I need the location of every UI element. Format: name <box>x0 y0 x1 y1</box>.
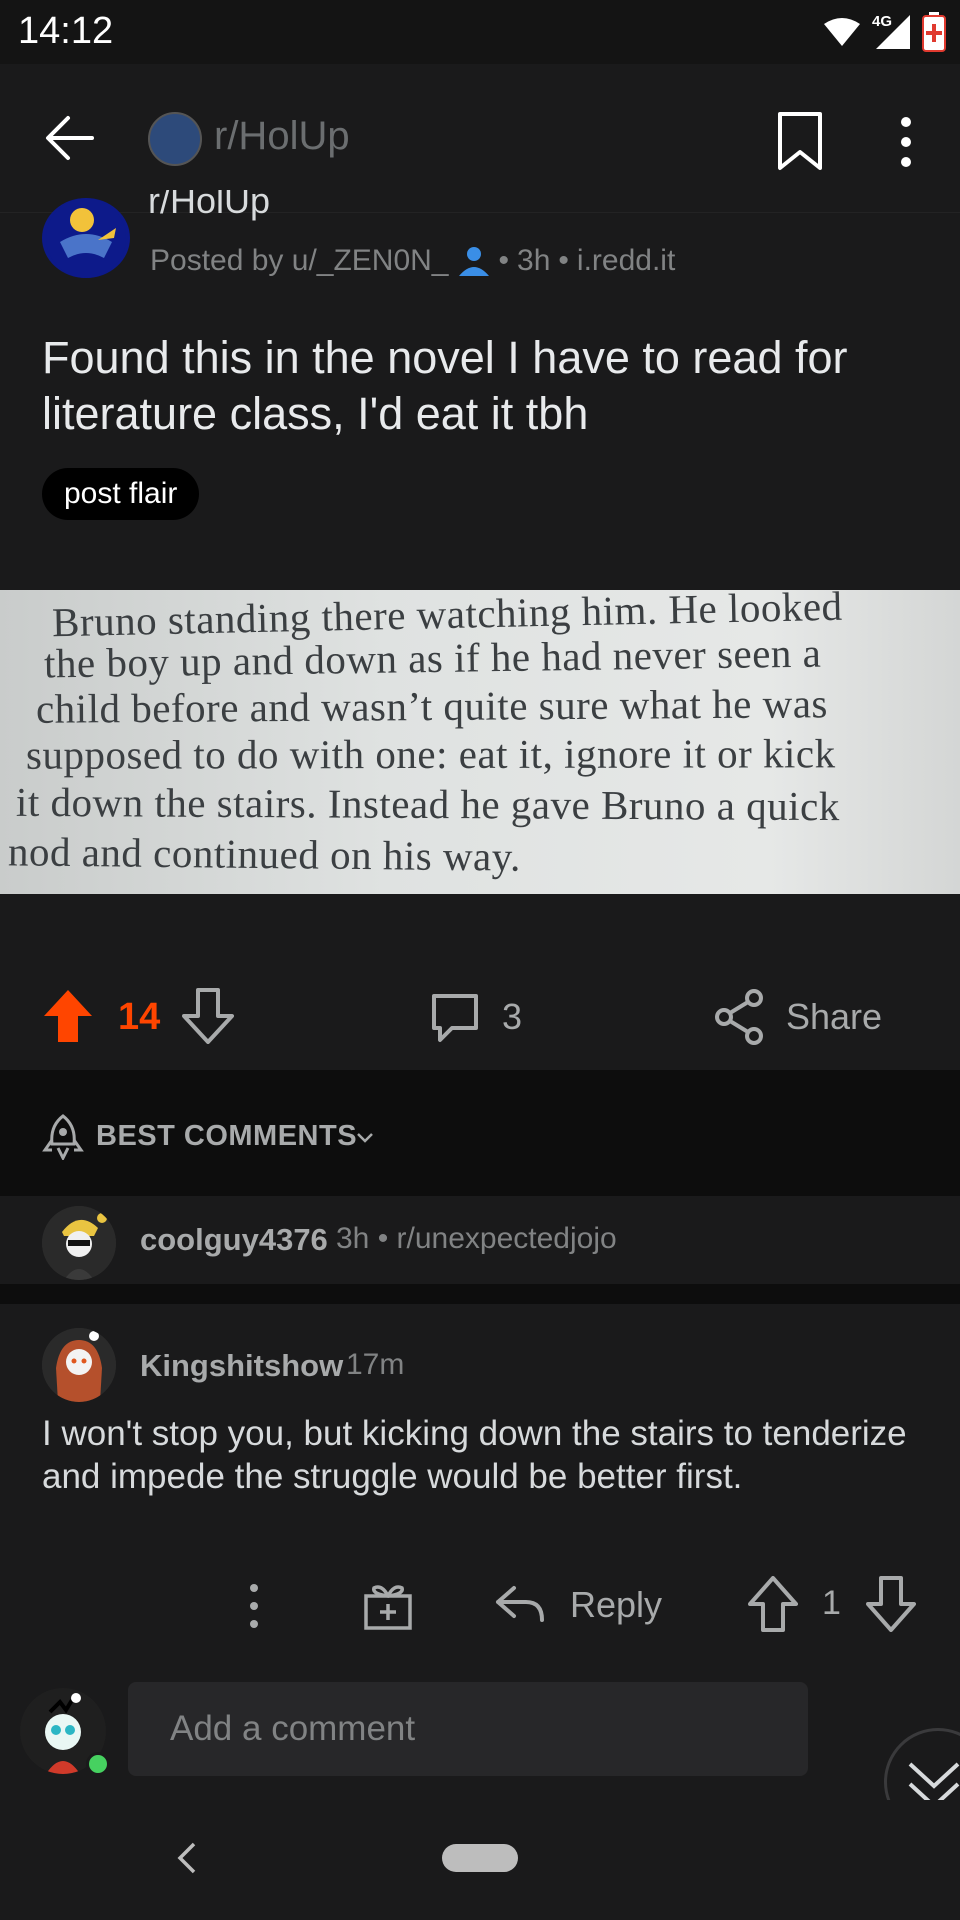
sort-label[interactable]: BEST COMMENTS <box>96 1120 357 1153</box>
status-bar: 14:12 4G <box>0 0 960 64</box>
post-meta: Posted by u/_ZEN0N_ • 3h • i.redd.it <box>150 244 675 278</box>
reply-button[interactable]: Reply <box>570 1584 662 1626</box>
rocket-icon <box>42 1114 84 1160</box>
nav-home-pill[interactable] <box>442 1844 518 1872</box>
post-domain[interactable]: i.redd.it <box>577 244 675 278</box>
comment-author[interactable]: Kingshitshow <box>140 1348 343 1384</box>
chevron-down-icon[interactable] <box>354 1126 376 1148</box>
comment-sort-bar[interactable]: BEST COMMENTS <box>0 1070 960 1196</box>
add-comment-input[interactable] <box>128 1682 808 1776</box>
online-indicator <box>86 1752 110 1776</box>
comment-time: 17m <box>346 1348 405 1381</box>
post-vote-count: 14 <box>118 996 161 1038</box>
comment-vote-count: 1 <box>822 1584 841 1622</box>
collapsed-comment[interactable]: coolguy4376 3h • r/unexpectedjojo <box>0 1196 960 1304</box>
nav-back-icon[interactable] <box>172 1838 200 1878</box>
comment-actions: Reply 1 <box>0 1570 960 1640</box>
image-text-line: supposed to do with one: eat it, ignore … <box>25 730 836 778</box>
comment-author[interactable]: coolguy4376 <box>140 1222 328 1258</box>
share-icon[interactable] <box>712 988 766 1046</box>
cell-signal-icon: 4G <box>872 13 912 51</box>
post-age: 3h <box>517 244 551 277</box>
post-flair[interactable]: post flair <box>42 468 200 520</box>
more-options-icon[interactable] <box>880 112 932 172</box>
post-subreddit-avatar[interactable] <box>42 198 130 278</box>
post-title[interactable]: Found this in the novel I have to read f… <box>42 330 922 442</box>
subreddit-name[interactable]: r/HolUp <box>214 114 350 159</box>
comment-upvote-icon[interactable] <box>748 1576 798 1632</box>
post-meta-separator: • <box>558 244 569 277</box>
comment-body: I won't stop you, but kicking down the s… <box>42 1414 907 1496</box>
more-options-icon[interactable] <box>244 1582 264 1630</box>
image-text-line: it down the stairs. Instead he gave Brun… <box>15 778 840 830</box>
status-time: 14:12 <box>18 10 114 52</box>
award-icon[interactable] <box>362 1580 414 1632</box>
image-text-line: child before and wasn’t quite sure what … <box>35 680 829 732</box>
system-nav-bar <box>0 1800 960 1920</box>
subreddit-avatar[interactable] <box>148 112 202 166</box>
post-author[interactable]: Posted by u/_ZEN0N_ <box>150 244 449 278</box>
user-icon <box>458 247 489 276</box>
battery-icon <box>922 12 946 52</box>
post-actions: 14 3 Share <box>0 960 960 1070</box>
comment-icon[interactable] <box>428 990 482 1044</box>
compose-bar <box>0 1660 960 1800</box>
image-text-line: nod and continued on his way. <box>7 828 522 880</box>
status-icons: 4G <box>822 10 946 54</box>
network-type: 4G <box>872 13 893 30</box>
comment-meta: 3h • r/unexpectedjojo <box>336 1222 617 1255</box>
app-bar: r/HolUp <box>0 64 960 213</box>
wifi-icon <box>824 18 860 46</box>
share-button[interactable]: Share <box>786 996 882 1038</box>
downvote-icon[interactable] <box>182 988 234 1044</box>
upvote-icon[interactable] <box>42 988 94 1044</box>
bookmark-icon[interactable] <box>772 110 828 174</box>
commenter-avatar[interactable] <box>42 1206 116 1280</box>
post-meta-separator: • <box>498 244 510 277</box>
commenter-avatar[interactable] <box>42 1328 116 1402</box>
comment-downvote-icon[interactable] <box>866 1576 916 1632</box>
reply-icon[interactable] <box>494 1582 546 1628</box>
back-arrow-icon[interactable] <box>40 106 104 170</box>
post-comment-count[interactable]: 3 <box>502 996 522 1038</box>
post-image[interactable]: Bruno standing there watching him. He lo… <box>0 590 960 894</box>
